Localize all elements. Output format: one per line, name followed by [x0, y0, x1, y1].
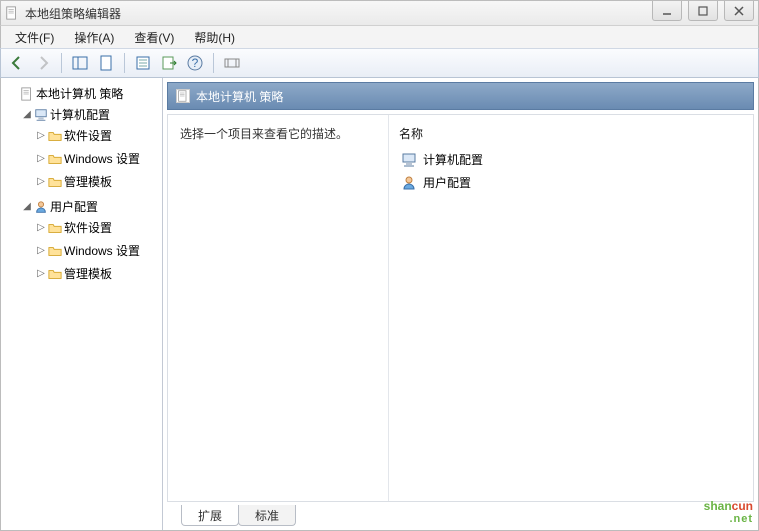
export-icon [161, 55, 177, 71]
maximize-button[interactable] [688, 1, 718, 21]
tree-label: 软件设置 [64, 219, 112, 236]
folder-icon [48, 221, 62, 235]
tab-standard[interactable]: 标准 [238, 505, 296, 526]
details-title: 本地计算机 策略 [196, 88, 283, 105]
watermark-text-a: shan [704, 499, 732, 513]
tree-label: 本地计算机 策略 [36, 85, 123, 102]
minimize-button[interactable] [652, 1, 682, 21]
menu-view[interactable]: 查看(V) [124, 27, 184, 48]
filmstrip-icon [224, 55, 240, 71]
description-column: 选择一个项目来查看它的描述。 [168, 115, 388, 501]
list-item-label: 计算机配置 [423, 151, 483, 168]
properties-button[interactable] [131, 51, 155, 75]
collapse-icon: ◢ [22, 201, 32, 212]
list-column: 名称 计算机配置 用户配置 [388, 115, 753, 501]
menu-action[interactable]: 操作(A) [64, 27, 124, 48]
folder-icon [48, 244, 62, 258]
filter-button[interactable] [220, 51, 244, 75]
close-button[interactable] [724, 1, 754, 21]
panes-icon [72, 55, 88, 71]
app-icon [5, 6, 19, 20]
document-icon [176, 89, 190, 103]
menu-file[interactable]: 文件(F) [5, 27, 64, 48]
computer-icon [34, 108, 48, 122]
expand-icon: ▷ [36, 245, 46, 256]
tree-label: Windows 设置 [64, 242, 140, 259]
tree-user-templates[interactable]: ▷ 管理模板 [33, 264, 162, 283]
export-button[interactable] [157, 51, 181, 75]
details-pane: 本地计算机 策略 选择一个项目来查看它的描述。 名称 计算机配置 用户配置 扩展… [163, 78, 758, 530]
tree-computer-config[interactable]: ◢ 计算机配置 [19, 105, 162, 124]
folder-icon [48, 267, 62, 281]
menu-help[interactable]: 帮助(H) [184, 27, 245, 48]
folder-icon [48, 129, 62, 143]
tree-computer-templates[interactable]: ▷ 管理模板 [33, 172, 162, 191]
expand-icon: ▷ [36, 222, 46, 233]
forward-button[interactable] [31, 51, 55, 75]
folder-icon [48, 152, 62, 166]
toolbar [0, 48, 759, 78]
watermark-sub: .net [704, 513, 753, 525]
watermark-text-b: cun [732, 499, 753, 513]
back-button[interactable] [5, 51, 29, 75]
toolbar-separator [213, 53, 214, 73]
details-body: 选择一个项目来查看它的描述。 名称 计算机配置 用户配置 [167, 114, 754, 502]
view-tabs: 扩展 标准 [167, 504, 754, 526]
column-header-name[interactable]: 名称 [399, 121, 743, 148]
computer-icon [401, 152, 417, 168]
user-icon [401, 175, 417, 191]
details-header: 本地计算机 策略 [167, 82, 754, 110]
back-icon [9, 55, 25, 71]
tree-label: 软件设置 [64, 127, 112, 144]
window-title: 本地组策略编辑器 [25, 5, 121, 22]
expand-icon: ▷ [36, 130, 46, 141]
expand-icon: ▷ [36, 268, 46, 279]
forward-icon [35, 55, 51, 71]
window-controls [652, 1, 754, 21]
tree-label: 用户配置 [50, 198, 98, 215]
expand-icon: ▷ [36, 176, 46, 187]
tab-extended[interactable]: 扩展 [181, 505, 239, 526]
list-item-computer-config[interactable]: 计算机配置 [399, 148, 743, 171]
tree-label: 计算机配置 [50, 106, 110, 123]
tree-root[interactable]: 本地计算机 策略 [5, 84, 162, 103]
toolbar-separator [61, 53, 62, 73]
tree-label: 管理模板 [64, 265, 112, 282]
help-button[interactable] [183, 51, 207, 75]
policy-tree: 本地计算机 策略 ◢ 计算机配置 ▷ 软件设置 ▷ Windows 设置 ▷ 管理模板 [1, 82, 162, 289]
list-item-label: 用户配置 [423, 174, 471, 191]
list-item-user-config[interactable]: 用户配置 [399, 171, 743, 194]
tree-pane: 本地计算机 策略 ◢ 计算机配置 ▷ 软件设置 ▷ Windows 设置 ▷ 管理模板 [1, 78, 163, 530]
page-button[interactable] [94, 51, 118, 75]
tree-label: Windows 设置 [64, 150, 140, 167]
folder-icon [48, 175, 62, 189]
menu-bar: 文件(F) 操作(A) 查看(V) 帮助(H) [0, 26, 759, 48]
tree-computer-software[interactable]: ▷ 软件设置 [33, 126, 162, 145]
tree-user-config[interactable]: ◢ 用户配置 [19, 197, 162, 216]
expand-icon: ▷ [36, 153, 46, 164]
main-area: 本地计算机 策略 ◢ 计算机配置 ▷ 软件设置 ▷ Windows 设置 ▷ 管理模板 [0, 78, 759, 531]
help-icon [187, 55, 203, 71]
tree-label: 管理模板 [64, 173, 112, 190]
watermark: shancun .net [704, 493, 753, 525]
tree-user-windows[interactable]: ▷ Windows 设置 [33, 241, 162, 260]
description-text: 选择一个项目来查看它的描述。 [180, 125, 376, 142]
tree-user-software[interactable]: ▷ 软件设置 [33, 218, 162, 237]
title-bar: 本地组策略编辑器 [0, 0, 759, 26]
properties-icon [135, 55, 151, 71]
user-icon [34, 200, 48, 214]
tree-computer-windows[interactable]: ▷ Windows 设置 [33, 149, 162, 168]
document-icon [20, 87, 34, 101]
collapse-icon: ◢ [22, 109, 32, 120]
toolbar-separator [124, 53, 125, 73]
show-hide-tree-button[interactable] [68, 51, 92, 75]
page-icon [98, 55, 114, 71]
